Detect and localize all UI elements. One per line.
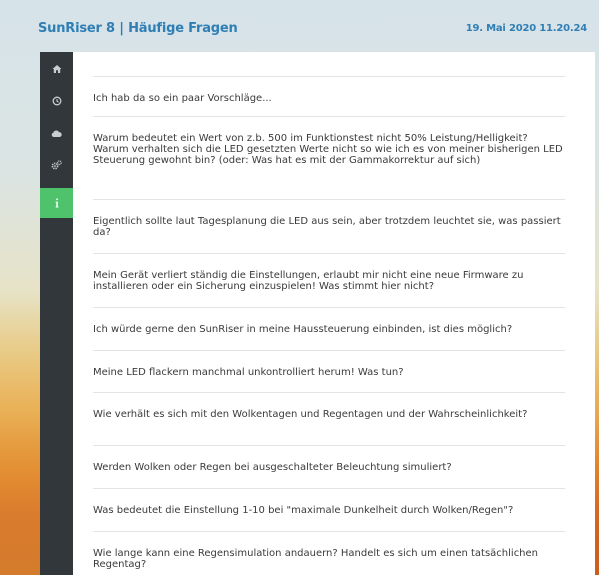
faq-item[interactable]: Wie lange kann eine Regensimulation anda… bbox=[93, 531, 565, 570]
background-glow-left bbox=[0, 300, 40, 575]
nav-item-time[interactable] bbox=[40, 86, 73, 116]
header: SunRiser 8 | Häufige Fragen 19. Mai 2020… bbox=[0, 0, 599, 52]
home-icon bbox=[52, 65, 61, 73]
faq-question: Wie verhält es sich mit den Wolkentagen … bbox=[93, 409, 528, 420]
cloud-icon bbox=[51, 129, 62, 137]
faq-content: Ich hab da so ein paar Vorschläge... War… bbox=[93, 52, 565, 575]
gears-icon bbox=[51, 160, 62, 170]
faq-question: Was bedeutet die Einstellung 1-10 bei "m… bbox=[93, 505, 514, 516]
nav-item-info[interactable] bbox=[40, 188, 73, 218]
faq-question: Eigentlich sollte laut Tagesplanung die … bbox=[93, 216, 561, 238]
faq-question: Meine LED flackern manchmal unkontrollie… bbox=[93, 367, 404, 378]
clock-icon bbox=[52, 96, 61, 106]
faq-question: Wie lange kann eine Regensimulation anda… bbox=[93, 548, 539, 570]
faq-question: Ich hab da so ein paar Vorschläge... bbox=[93, 93, 272, 104]
faq-item[interactable]: Eigentlich sollte laut Tagesplanung die … bbox=[93, 199, 565, 238]
nav-item-weather[interactable] bbox=[40, 118, 73, 148]
faq-item[interactable]: Meine LED flackern manchmal unkontrollie… bbox=[93, 350, 565, 378]
info-icon bbox=[55, 198, 58, 208]
faq-item[interactable]: Werden Wolken oder Regen bei ausgeschalt… bbox=[93, 445, 565, 473]
faq-item[interactable]: Ich würde gerne den SunRiser in meine Ha… bbox=[93, 307, 565, 335]
nav-item-home[interactable] bbox=[40, 54, 73, 84]
faq-question: Mein Gerät verliert ständig die Einstell… bbox=[93, 270, 524, 292]
faq-item[interactable]: Ich hab da so ein paar Vorschläge... bbox=[93, 76, 565, 104]
date-time: 19. Mai 2020 11.20.24 bbox=[465, 23, 587, 34]
faq-item[interactable]: Wie verhält es sich mit den Wolkentagen … bbox=[93, 392, 565, 420]
sidebar bbox=[40, 52, 73, 575]
faq-question: Warum bedeutet ein Wert von z.b. 500 im … bbox=[93, 133, 563, 166]
faq-item[interactable]: Mein Gerät verliert ständig die Einstell… bbox=[93, 253, 565, 292]
faq-item[interactable]: Was bedeutet die Einstellung 1-10 bei "m… bbox=[93, 488, 565, 516]
faq-question: Ich würde gerne den SunRiser in meine Ha… bbox=[93, 324, 513, 335]
faq-question: Werden Wolken oder Regen bei ausgeschalt… bbox=[93, 462, 452, 473]
faq-item[interactable]: Warum bedeutet ein Wert von z.b. 500 im … bbox=[93, 116, 565, 166]
nav-item-settings[interactable] bbox=[40, 150, 73, 180]
app-title: SunRiser 8 | Häufige Fragen bbox=[38, 21, 238, 36]
